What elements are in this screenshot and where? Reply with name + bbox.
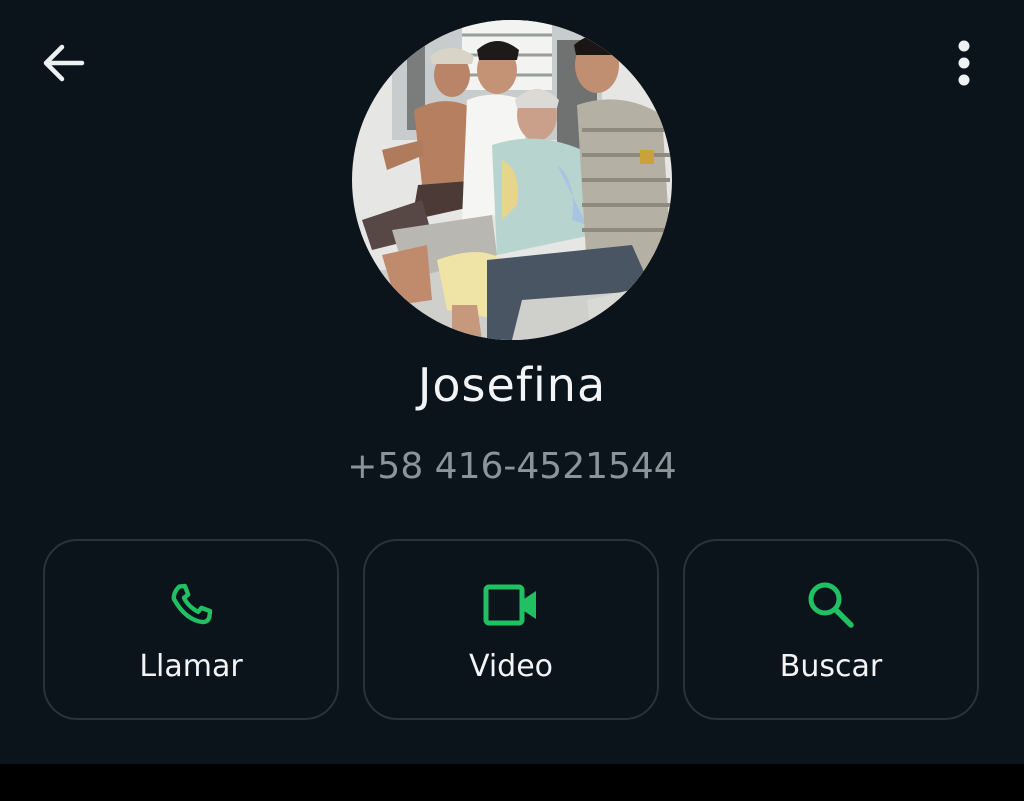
- back-button[interactable]: [30, 30, 96, 96]
- search-label: Buscar: [779, 649, 883, 684]
- call-button[interactable]: Llamar: [43, 539, 339, 720]
- more-options-button[interactable]: [934, 30, 994, 96]
- video-label: Video: [468, 649, 554, 684]
- video-call-button[interactable]: Video: [363, 539, 659, 720]
- contact-name: Josefina: [417, 358, 607, 412]
- video-camera-icon: [483, 577, 539, 633]
- navigation-bar: [0, 764, 1024, 801]
- search-icon: [803, 577, 859, 633]
- phone-icon: [163, 577, 219, 633]
- contact-phone-number: +58 416-4521544: [347, 446, 677, 487]
- more-vertical-icon: [958, 40, 970, 86]
- arrow-left-icon: [43, 44, 85, 82]
- search-button[interactable]: Buscar: [683, 539, 979, 720]
- profile-photo[interactable]: [352, 20, 672, 340]
- call-label: Llamar: [139, 649, 243, 684]
- contact-info-screen: Josefina +58 416-4521544 Llamar Video Bu…: [0, 0, 1024, 764]
